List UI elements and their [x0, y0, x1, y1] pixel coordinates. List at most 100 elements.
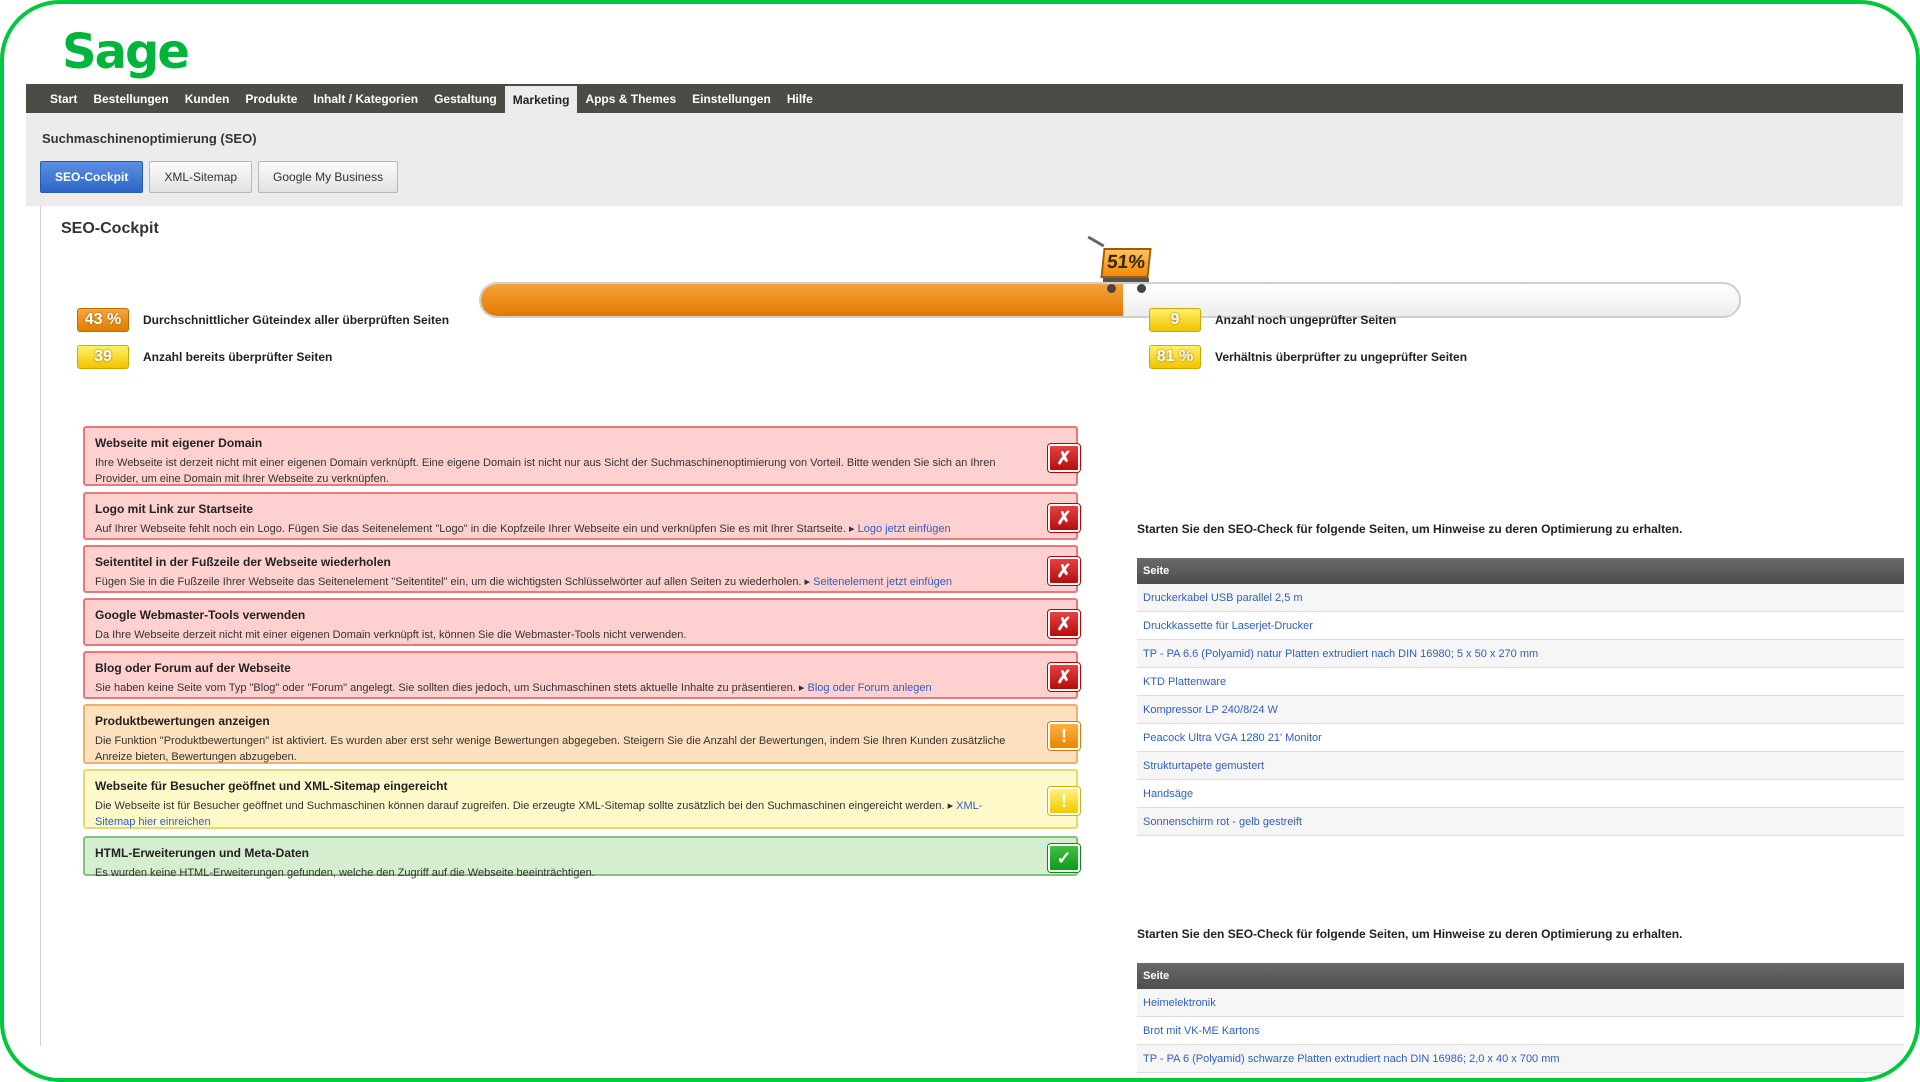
- nav-item-1[interactable]: Bestellungen: [85, 84, 176, 113]
- page-link-row[interactable]: Druckerkabel USB parallel 2,5 m: [1137, 584, 1904, 612]
- seo-check-text: Auf Ihrer Webseite fehlt noch ein Logo. …: [95, 523, 858, 535]
- screenshot-frame: Sage Start Bestellungen Kunden Produkte Inha…: [0, 0, 1920, 1082]
- cockpit-panel: SEO-Cockpit 51% 43 % Durchschnittlicher …: [40, 206, 1904, 1073]
- page-link-row[interactable]: KTD Plattenware: [1137, 668, 1904, 696]
- stat-unchecked-badge: 9: [1149, 308, 1201, 332]
- stat-checked-pages: 39 Anzahl bereits überprüfter Seiten: [77, 345, 332, 369]
- seo-check-title: Blog oder Forum auf der Webseite: [95, 661, 291, 675]
- seo-check-card: Google Webmaster-Tools verwenden Da Ihre …: [83, 598, 1080, 646]
- page-link-row[interactable]: Druckkassette für Laserjet-Drucker: [1137, 612, 1904, 640]
- seo-progress-fill: [481, 284, 1123, 316]
- x-icon: ✗: [1048, 504, 1080, 532]
- seo-check-card: Seitentitel in der Fußzeile der Webseite…: [83, 545, 1080, 593]
- seo-check-text: Sie haben keine Seite vom Typ "Blog" ode…: [95, 682, 808, 694]
- tab-2[interactable]: Google My Business: [258, 161, 399, 193]
- tab-1[interactable]: XML-Sitemap: [149, 161, 253, 193]
- seo-check-action-link[interactable]: Seitenelement jetzt einfügen: [813, 576, 952, 588]
- nav-item-2[interactable]: Kunden: [177, 84, 238, 113]
- seo-check-title: HTML-Erweiterungen und Meta-Daten: [95, 846, 310, 860]
- page-link-row[interactable]: TP - PA 6.6 (Polyamid) natur Platten ext…: [1137, 640, 1904, 668]
- seo-check-title: Webseite mit eigener Domain: [95, 436, 263, 450]
- x-icon: ✗: [1048, 557, 1080, 585]
- cart-base: [1102, 278, 1149, 282]
- page-link-row[interactable]: Peacock Ultra VGA 1280 21' Monitor: [1137, 724, 1904, 752]
- stat-unchecked-label: Anzahl noch ungeprüfter Seiten: [1215, 313, 1397, 327]
- shopping-cart-icon: 51%: [1087, 235, 1153, 298]
- side-list-1-heading: Starten Sie den SEO-Check für folgende S…: [1137, 522, 1683, 536]
- seo-check-card: Webseite für Besucher geöffnet und XML-S…: [83, 769, 1080, 830]
- seo-check-action-link[interactable]: Blog oder Forum anlegen: [808, 682, 932, 694]
- page-link-row[interactable]: TP - PA 6 (Polyamid) schwarze Platten ex…: [1137, 1045, 1904, 1073]
- tab-0[interactable]: SEO-Cockpit: [40, 161, 144, 193]
- side-list-2: Seite Heimelektronik Brot mit VK-ME Karto…: [1137, 963, 1904, 1073]
- seo-tabs: SEO-Cockpit XML-Sitemap Google My Business: [40, 161, 399, 193]
- seo-check-text: Ihre Webseite ist derzeit nicht mit eine…: [95, 457, 996, 485]
- nav-item-0[interactable]: Start: [42, 84, 85, 113]
- sage-logo[interactable]: Sage: [62, 24, 190, 80]
- cart-wheel-right: [1136, 284, 1146, 293]
- seo-check-title: Google Webmaster-Tools verwenden: [95, 608, 306, 622]
- nav-item-6[interactable]: Marketing: [504, 84, 578, 113]
- x-icon: ✗: [1048, 610, 1080, 638]
- page-link-row[interactable]: Kompressor LP 240/8/24 W: [1137, 696, 1904, 724]
- subheader: Suchmaschinenoptimierung (SEO) SEO-Cockp…: [26, 113, 1903, 206]
- seo-check-card: Blog oder Forum auf der Webseite Sie habe…: [83, 651, 1080, 699]
- nav-item-3[interactable]: Produkte: [237, 84, 305, 113]
- seo-check-text: Da Ihre Webseite derzeit nicht mit einer…: [95, 629, 687, 641]
- nav-item-9[interactable]: Hilfe: [779, 84, 821, 113]
- stat-ratio-label: Verhältnis überprüfter zu ungeprüfter Se…: [1215, 350, 1468, 364]
- side-list-1-column-header: Seite: [1137, 558, 1904, 584]
- check-icon: ✓: [1048, 844, 1080, 872]
- cockpit-title: SEO-Cockpit: [61, 220, 159, 237]
- stat-checked-badge: 39: [77, 345, 129, 369]
- seo-check-title: Seitentitel in der Fußzeile der Webseite…: [95, 555, 391, 569]
- stat-ratio-badge: 81 %: [1149, 345, 1201, 369]
- seo-check-card: Produktbewertungen anzeigen Die Funktion …: [83, 704, 1080, 765]
- progress-percent-label: 51%: [1100, 248, 1152, 278]
- seo-check-description: Ihre Webseite ist derzeit nicht mit eine…: [95, 455, 1015, 487]
- x-icon: ✗: [1048, 663, 1080, 691]
- seo-check-description: Die Funktion "Produktbewertungen" ist ak…: [95, 733, 1015, 765]
- seo-check-text: Die Funktion "Produktbewertungen" ist ak…: [95, 735, 1006, 763]
- exclamation-icon: !: [1048, 722, 1080, 750]
- seo-check-card: Logo mit Link zur Startseite Auf Ihrer We…: [83, 492, 1080, 540]
- side-list-2-rows: Heimelektronik Brot mit VK-ME Kartons TP -…: [1137, 989, 1904, 1073]
- seo-check-title: Logo mit Link zur Startseite: [95, 502, 254, 516]
- stat-quality-label: Durchschnittlicher Güteindex aller überp…: [143, 313, 450, 327]
- seo-check-description: Fügen Sie in die Fußzeile Ihrer Webseite…: [95, 574, 1015, 590]
- seo-check-card: HTML-Erweiterungen und Meta-Daten Es wurd…: [83, 836, 1080, 879]
- page-link-row[interactable]: Brot mit VK-ME Kartons: [1137, 1017, 1904, 1045]
- section-title: Suchmaschinenoptimierung (SEO): [42, 131, 257, 146]
- page-link-row[interactable]: Heimelektronik: [1137, 989, 1904, 1017]
- x-icon: ✗: [1048, 444, 1080, 472]
- seo-check-text: Die Webseite ist für Besucher geöffnet u…: [95, 800, 957, 812]
- seo-check-description: Sie haben keine Seite vom Typ "Blog" ode…: [95, 680, 1015, 696]
- exclamation-icon: !: [1048, 787, 1080, 815]
- side-list-2-column-header: Seite: [1137, 963, 1904, 989]
- page-link-row[interactable]: Sonnenschirm rot - gelb gestreift: [1137, 808, 1904, 836]
- seo-check-text: Fügen Sie in die Fußzeile Ihrer Webseite…: [95, 576, 814, 588]
- side-list-1-rows: Druckerkabel USB parallel 2,5 m Druckkass…: [1137, 584, 1904, 836]
- seo-check-description: Auf Ihrer Webseite fehlt noch ein Logo. …: [95, 521, 1015, 537]
- seo-check-description: Es wurden keine HTML-Erweiterungen gefun…: [95, 865, 1015, 881]
- nav-item-4[interactable]: Inhalt / Kategorien: [305, 84, 426, 113]
- page-link-row[interactable]: Strukturtapete gemustert: [1137, 752, 1904, 780]
- stat-checked-label: Anzahl bereits überprüfter Seiten: [143, 350, 333, 364]
- seo-check-action-link[interactable]: Logo jetzt einfügen: [858, 523, 951, 535]
- cart-handle: [1087, 235, 1105, 248]
- nav-item-8[interactable]: Einstellungen: [684, 84, 779, 113]
- seo-check-title: Webseite für Besucher geöffnet und XML-S…: [95, 779, 448, 793]
- seo-check-description: Da Ihre Webseite derzeit nicht mit einer…: [95, 627, 1015, 643]
- seo-check-card: Webseite mit eigener Domain Ihre Webseite…: [83, 426, 1080, 487]
- side-list-1: Seite Druckerkabel USB parallel 2,5 m Dru…: [1137, 558, 1904, 836]
- seo-check-title: Produktbewertungen anzeigen: [95, 714, 270, 728]
- nav-item-7[interactable]: Apps & Themes: [577, 84, 684, 113]
- stat-quality-index: 43 % Durchschnittlicher Güteindex aller …: [77, 308, 449, 332]
- nav-item-5[interactable]: Gestaltung: [426, 84, 505, 113]
- stat-unchecked-pages: 9 Anzahl noch ungeprüfter Seiten: [1149, 308, 1396, 332]
- cart-wheel-left: [1106, 284, 1116, 293]
- seo-check-text: Es wurden keine HTML-Erweiterungen gefun…: [95, 867, 595, 879]
- main-navigation: Start Bestellungen Kunden Produkte Inhalt / …: [26, 84, 1903, 113]
- page-link-row[interactable]: Handsäge: [1137, 780, 1904, 808]
- seo-check-description: Die Webseite ist für Besucher geöffnet u…: [95, 798, 1015, 830]
